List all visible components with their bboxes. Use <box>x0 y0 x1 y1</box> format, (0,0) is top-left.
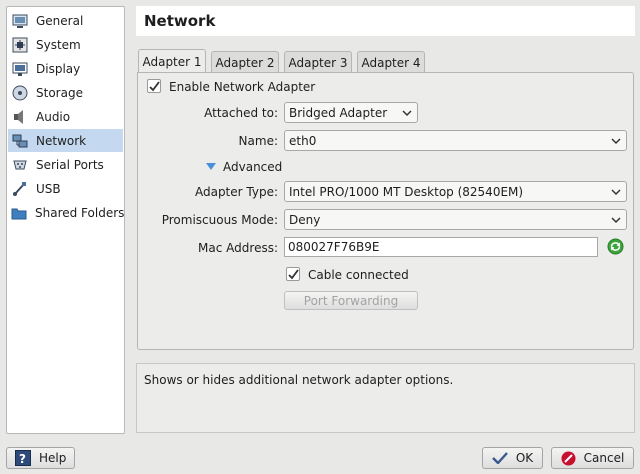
sidebar-item-storage[interactable]: Storage <box>8 81 123 104</box>
adapter-type-select[interactable]: Intel PRO/1000 MT Desktop (82540EM) <box>284 181 627 202</box>
audio-icon <box>11 108 28 125</box>
refresh-icon <box>607 238 624 255</box>
usb-icon <box>11 180 28 197</box>
sidebar-item-display[interactable]: Display <box>8 57 123 80</box>
storage-icon <box>11 84 28 101</box>
tab-adapter-1[interactable]: Adapter 1 <box>138 49 206 74</box>
sidebar-item-label: Storage <box>36 85 83 100</box>
description-text: Shows or hides additional network adapte… <box>144 373 454 387</box>
attached-to-select[interactable]: Bridged Adapter <box>284 102 418 123</box>
enable-adapter-checkbox[interactable] <box>147 79 161 93</box>
help-icon: ? <box>15 450 31 466</box>
display-icon <box>11 60 28 77</box>
mac-address-value: 080027F76B9E <box>288 240 380 254</box>
tab-label: Adapter 3 <box>288 55 348 70</box>
sidebar-item-label: System <box>36 37 81 52</box>
attached-to-value: Bridged Adapter <box>289 105 388 120</box>
sidebar-item-usb[interactable]: USB <box>8 177 123 200</box>
sidebar-item-network[interactable]: Network <box>8 129 123 152</box>
checkmark-icon <box>148 80 160 91</box>
page-header: Network <box>136 6 635 36</box>
name-value: eth0 <box>289 133 317 148</box>
general-icon <box>11 12 28 29</box>
serial-ports-icon <box>11 156 28 173</box>
sidebar-item-label: Display <box>36 61 81 76</box>
help-label: Help <box>39 451 67 465</box>
sidebar-item-label: Network <box>36 133 87 148</box>
svg-text:?: ? <box>19 452 26 466</box>
sidebar-item-label: Shared Folders <box>35 205 125 220</box>
description-box: Shows or hides additional network adapte… <box>136 363 635 433</box>
name-select[interactable]: eth0 <box>284 130 627 151</box>
sidebar-item-label: General <box>36 13 84 28</box>
cancel-icon <box>561 451 576 465</box>
shared-folders-icon <box>11 204 27 221</box>
sidebar-item-general[interactable]: General <box>8 9 123 32</box>
sidebar-item-label: USB <box>36 181 61 196</box>
promiscuous-mode-label: Promiscuous Mode: <box>161 213 278 227</box>
adapter-type-label: Adapter Type: <box>194 185 278 199</box>
tab-adapter-4[interactable]: Adapter 4 <box>357 51 425 73</box>
mac-address-input[interactable]: 080027F76B9E <box>284 237 598 257</box>
expand-arrow-icon <box>206 163 216 170</box>
tab-adapter-3[interactable]: Adapter 3 <box>284 51 352 73</box>
name-label: Name: <box>238 134 278 148</box>
network-icon <box>11 132 28 149</box>
sidebar-item-serial-ports[interactable]: Serial Ports <box>8 153 123 176</box>
chevron-down-icon <box>402 110 412 117</box>
tab-label: Adapter 1 <box>142 55 202 69</box>
settings-sidebar: General System Display Storage Audio Net… <box>6 6 125 434</box>
port-forwarding-label: Port Forwarding <box>303 293 399 308</box>
enable-adapter-label: Enable Network Adapter <box>169 80 316 94</box>
chevron-down-icon <box>611 189 621 196</box>
help-button[interactable]: ? Help <box>6 447 75 469</box>
sidebar-item-audio[interactable]: Audio <box>8 105 123 128</box>
adapter-type-value: Intel PRO/1000 MT Desktop (82540EM) <box>289 184 524 199</box>
advanced-label: Advanced <box>223 160 283 174</box>
cable-connected-label: Cable connected <box>308 268 409 282</box>
tab-adapter-2[interactable]: Adapter 2 <box>211 51 279 73</box>
checkmark-icon <box>491 452 508 464</box>
attached-to-label: Attached to: <box>204 106 278 120</box>
chevron-down-icon <box>611 138 621 145</box>
sidebar-item-label: Serial Ports <box>36 157 104 172</box>
ok-button[interactable]: OK <box>482 447 543 469</box>
tab-label: Adapter 2 <box>215 55 275 70</box>
port-forwarding-button[interactable]: Port Forwarding <box>284 291 418 310</box>
page-title: Network <box>144 12 216 30</box>
promiscuous-mode-value: Deny <box>289 212 321 227</box>
promiscuous-mode-select[interactable]: Deny <box>284 209 627 230</box>
refresh-mac-button[interactable] <box>607 238 624 255</box>
cable-connected-checkbox[interactable] <box>286 267 300 281</box>
mac-address-label: Mac Address: <box>198 241 278 255</box>
system-icon <box>11 36 28 53</box>
tab-label: Adapter 4 <box>361 55 421 70</box>
sidebar-item-system[interactable]: System <box>8 33 123 56</box>
ok-label: OK <box>515 451 534 465</box>
cancel-label: Cancel <box>583 451 625 465</box>
sidebar-item-label: Audio <box>36 109 71 124</box>
checkmark-icon <box>287 268 299 279</box>
advanced-toggle[interactable]: Advanced <box>206 160 282 174</box>
chevron-down-icon <box>611 217 621 224</box>
cancel-button[interactable]: Cancel <box>551 447 634 469</box>
sidebar-item-shared-folders[interactable]: Shared Folders <box>8 201 125 224</box>
